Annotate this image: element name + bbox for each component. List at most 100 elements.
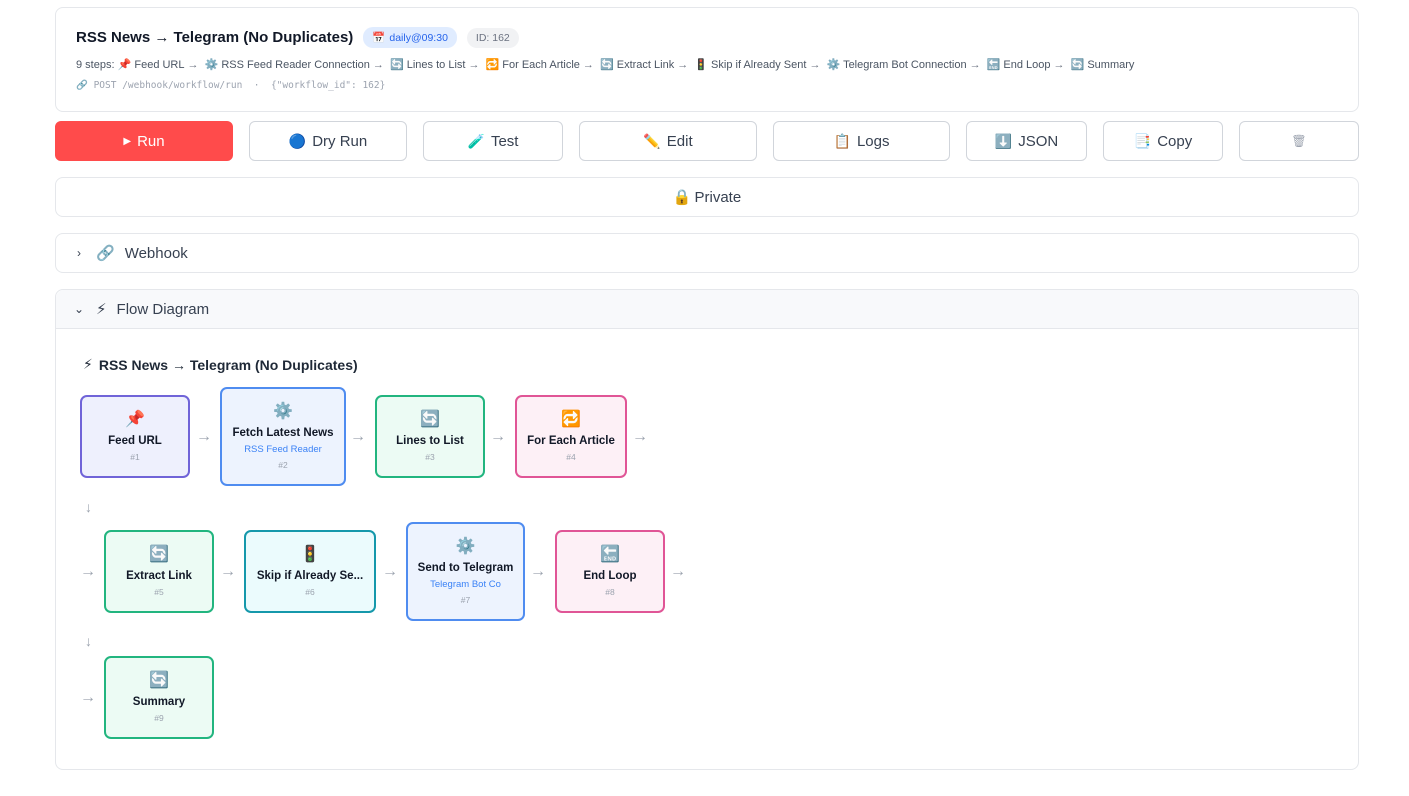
flow-node-number: #5	[154, 587, 164, 597]
json-download-button[interactable]: ⬇️ JSON	[966, 121, 1087, 161]
workflow-header-card: RSS News → Telegram (No Duplicates) 📅 da…	[55, 7, 1359, 112]
test-tube-icon: 🧪	[467, 132, 485, 149]
test-button[interactable]: 🧪 Test	[423, 121, 563, 161]
flow-node[interactable]: 🔚 End Loop #8	[555, 530, 665, 613]
step-icon: 🔄	[1070, 59, 1085, 71]
step-label: End Loop	[1003, 59, 1051, 71]
step-separator-arrow: →	[372, 59, 384, 71]
diagram-title-text: RSS News → Telegram (No Duplicates)	[98, 356, 358, 373]
chevron-down-icon: ⌄	[73, 302, 85, 316]
flow-arrow-down: ↓	[85, 499, 92, 515]
diagram-title: ⚡ RSS News → Telegram (No Duplicates)	[83, 356, 358, 373]
run-button[interactable]: ▶ Run	[55, 121, 233, 161]
webhook-method: POST	[93, 80, 117, 91]
flow-diagram-header[interactable]: ⌄ ⚡ Flow Diagram	[56, 290, 1358, 329]
flow-node-number: #1	[130, 452, 140, 462]
step-summary-item: 🔄 Lines to List	[387, 59, 466, 71]
flow-node-icon: 🔁	[561, 411, 581, 428]
lightning-icon: ⚡	[96, 301, 107, 318]
flow-node[interactable]: ⚙️ Fetch Latest News RSS Feed Reader #2	[220, 387, 346, 486]
flow-node[interactable]: 📌 Feed URL #1	[80, 395, 190, 478]
step-icon: 🚦	[694, 59, 708, 71]
steps-summary: 9 steps: 📌 Feed URL → ⚙️ RSS Feed Reader …	[76, 58, 1338, 71]
step-label: Telegram Bot Connection	[843, 59, 967, 71]
calendar-icon: 📅	[372, 32, 386, 44]
private-toggle-button[interactable]: 🔒 Private	[55, 177, 1359, 217]
flow-node[interactable]: 🔄 Lines to List #3	[375, 395, 485, 478]
step-summary-item: 🔄 Extract Link	[597, 59, 674, 71]
step-separator-arrow: →	[809, 59, 821, 71]
flow-node[interactable]: ⚙️ Send to Telegram Telegram Bot Co #7	[406, 522, 525, 621]
step-separator-arrow: →	[187, 59, 199, 71]
flow-node[interactable]: 🚦 Skip if Already Se... #6	[244, 530, 376, 613]
step-label: Extract Link	[616, 59, 675, 71]
step-label: Feed URL	[134, 59, 185, 71]
step-label: RSS Feed Reader Connection	[221, 59, 370, 71]
blue-circle-icon: 🔵	[288, 132, 307, 149]
flow-arrow-right: →	[80, 689, 96, 706]
step-icon: 🔚	[986, 59, 1001, 71]
dry-run-button[interactable]: 🔵 Dry Run	[249, 121, 407, 161]
flow-node-icon: 🔄	[420, 411, 440, 428]
step-icon: 🔁	[485, 59, 500, 71]
step-summary-item: 🔄 Summary	[1068, 59, 1135, 71]
flow-arrow-right: →	[350, 428, 366, 445]
step-summary-item: 🚦 Skip if Already Sent	[691, 59, 806, 71]
logs-label: Logs	[856, 132, 890, 150]
flow-node-sublabel: RSS Feed Reader	[244, 444, 322, 455]
flow-node-label: Feed URL	[108, 435, 162, 447]
flow-node[interactable]: 🔁 For Each Article #4	[515, 395, 627, 478]
flow-node-number: #8	[605, 587, 615, 597]
step-separator-arrow: →	[582, 59, 594, 71]
delete-button[interactable]: 🗑	[1239, 121, 1359, 161]
flow-node-label: Skip if Already Se...	[256, 570, 364, 582]
step-separator-arrow: →	[1053, 59, 1065, 71]
pencil-icon: ✏️	[643, 132, 661, 149]
flow-node-number: #4	[566, 452, 576, 462]
download-icon: ⬇️	[994, 132, 1013, 149]
edit-label: Edit	[666, 132, 693, 150]
flow-node-label: Send to Telegram	[417, 562, 514, 574]
flow-node-number: #9	[154, 713, 164, 723]
flow-arrow-right: →	[196, 428, 212, 445]
step-label: Skip if Already Sent	[711, 59, 807, 71]
play-icon: ▶	[123, 135, 132, 147]
flow-node-label: Summary	[132, 696, 186, 708]
step-icon: 🔄	[389, 59, 404, 71]
flow-node-label: Fetch Latest News	[232, 427, 334, 439]
flow-node-sublabel: Telegram Bot Co	[430, 579, 501, 590]
flow-arrow-right: →	[80, 563, 96, 580]
flow-node-number: #7	[460, 595, 471, 605]
flow-node[interactable]: 🔄 Summary #9	[104, 656, 214, 739]
schedule-badge: 📅 daily@09:30	[363, 27, 457, 48]
flow-arrow-right: →	[490, 428, 506, 445]
webhook-summary: 🔗 POST /webhook/workflow/run · {"workflo…	[76, 80, 1338, 91]
action-toolbar: ▶ Run 🔵 Dry Run 🧪 Test ✏️ Edit 📋 Logs ⬇️…	[55, 121, 1359, 161]
test-label: Test	[490, 132, 519, 150]
link-icon: 🔗	[76, 80, 88, 91]
logs-button[interactable]: 📋 Logs	[773, 121, 950, 161]
dry-run-label: Dry Run	[312, 132, 368, 150]
edit-button[interactable]: ✏️ Edit	[579, 121, 757, 161]
flow-node-icon: ⚙️	[455, 538, 476, 555]
lightning-icon: ⚡	[83, 356, 93, 372]
flow-node[interactable]: 🔄 Extract Link #5	[104, 530, 214, 613]
flow-arrow-right: →	[670, 563, 686, 580]
workflow-title: RSS News → Telegram (No Duplicates)	[76, 29, 354, 46]
flow-diagram-label: Flow Diagram	[116, 300, 210, 318]
step-icon: 🔄	[599, 59, 614, 71]
flow-node-icon: 🔄	[149, 672, 169, 689]
step-icon: 📌	[117, 59, 132, 71]
flow-node-label: Extract Link	[126, 570, 192, 582]
step-label: Lines to List	[406, 59, 466, 71]
chevron-right-icon: ›	[77, 246, 81, 260]
flow-node-number: #2	[278, 460, 288, 470]
webhook-expander[interactable]: › 🔗 Webhook	[55, 233, 1359, 273]
step-separator-arrow: →	[468, 59, 480, 71]
flow-node-number: #3	[425, 452, 435, 462]
copy-icon: 📑	[1133, 132, 1152, 149]
copy-button[interactable]: 📑 Copy	[1103, 121, 1223, 161]
flow-node-icon: 🔚	[600, 546, 620, 563]
flow-node-label: For Each Article	[527, 435, 615, 447]
run-label: Run	[137, 132, 165, 150]
